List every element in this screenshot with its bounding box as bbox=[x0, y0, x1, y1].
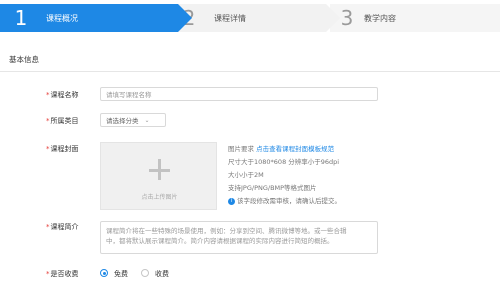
paid-radio[interactable] bbox=[141, 269, 149, 277]
req-format: 支持JPG/PNG/BMP等格式图片 bbox=[228, 184, 317, 192]
step-title: 课程概况 bbox=[46, 13, 78, 23]
category-select[interactable]: 请选择分类 ⌄ bbox=[100, 113, 166, 127]
required-mark: * bbox=[46, 145, 50, 153]
review-notice: i 该字段修改需审核，请确认后提交。 bbox=[228, 195, 341, 205]
required-mark: * bbox=[46, 223, 50, 231]
required-mark: * bbox=[46, 270, 50, 278]
label-text: 所属类目 bbox=[50, 117, 79, 125]
notice-text: 该字段修改需审核，请确认后提交。 bbox=[237, 197, 341, 205]
course-name-label: *课程名称 bbox=[46, 90, 94, 100]
placeholder-text: 请填写课程名称 bbox=[106, 91, 152, 99]
free-label[interactable]: 免费 bbox=[114, 269, 128, 279]
chevron-down-icon: ⌄ bbox=[144, 116, 150, 124]
plus-icon bbox=[158, 159, 161, 180]
label-text: 课程简介 bbox=[50, 223, 79, 231]
req-filesize: 大小小于2M bbox=[228, 171, 264, 179]
req-prefix: 图片要求 bbox=[228, 145, 254, 153]
step-arrow bbox=[178, 4, 192, 32]
cover-label: *课程封面 bbox=[46, 144, 94, 154]
step-title: 教学内容 bbox=[364, 13, 396, 23]
divider bbox=[0, 71, 500, 72]
intro-label: *课程简介 bbox=[46, 222, 94, 232]
placeholder-line: 课程简介将在一些特殊的场景使用，例如：分享到空间、腾讯微博等地。或一些合辑 bbox=[106, 227, 347, 235]
step-number: 1 bbox=[14, 6, 28, 30]
label-text: 课程名称 bbox=[50, 91, 79, 99]
upload-text: 点击上传图片 bbox=[141, 194, 178, 201]
cover-upload-area[interactable]: 点击上传图片 bbox=[100, 142, 217, 210]
section-title: 基本信息 bbox=[9, 55, 39, 64]
step-teaching-content[interactable]: 3 教学内容 bbox=[330, 4, 500, 32]
info-icon: i bbox=[228, 197, 235, 205]
step-arrow bbox=[326, 4, 340, 32]
required-mark: * bbox=[46, 91, 50, 99]
free-radio[interactable] bbox=[100, 269, 108, 277]
required-mark: * bbox=[46, 117, 50, 125]
cover-requirements-title: 图片要求 点击查看课程封面模板规范 bbox=[228, 143, 334, 153]
paid-label[interactable]: 收费 bbox=[155, 269, 169, 279]
label-text: 课程封面 bbox=[50, 145, 79, 153]
step-title: 课程详情 bbox=[214, 13, 246, 23]
placeholder-line: 中，都将默认展示课程简介。简介内容请根据课程的实际内容进行简短的概括。 bbox=[106, 237, 334, 245]
steps-bar: 3 教学内容 2 课程详情 1 课程概况 bbox=[0, 0, 500, 36]
intro-textarea[interactable]: 课程简介将在一些特殊的场景使用，例如：分享到空间、腾讯微博等地。或一些合辑 中，… bbox=[100, 221, 378, 254]
select-value: 请选择分类 bbox=[106, 117, 139, 125]
category-label: *所属类目 bbox=[46, 116, 94, 126]
req-size: 尺寸大于1080*608 分辨率小于96dpi bbox=[228, 158, 340, 166]
step-course-overview[interactable]: 1 课程概况 bbox=[0, 4, 178, 32]
course-name-input[interactable]: 请填写课程名称 bbox=[100, 87, 378, 101]
cover-template-link[interactable]: 点击查看课程封面模板规范 bbox=[256, 145, 334, 153]
charge-label: *是否收费 bbox=[46, 269, 94, 279]
label-text: 是否收费 bbox=[50, 270, 79, 278]
